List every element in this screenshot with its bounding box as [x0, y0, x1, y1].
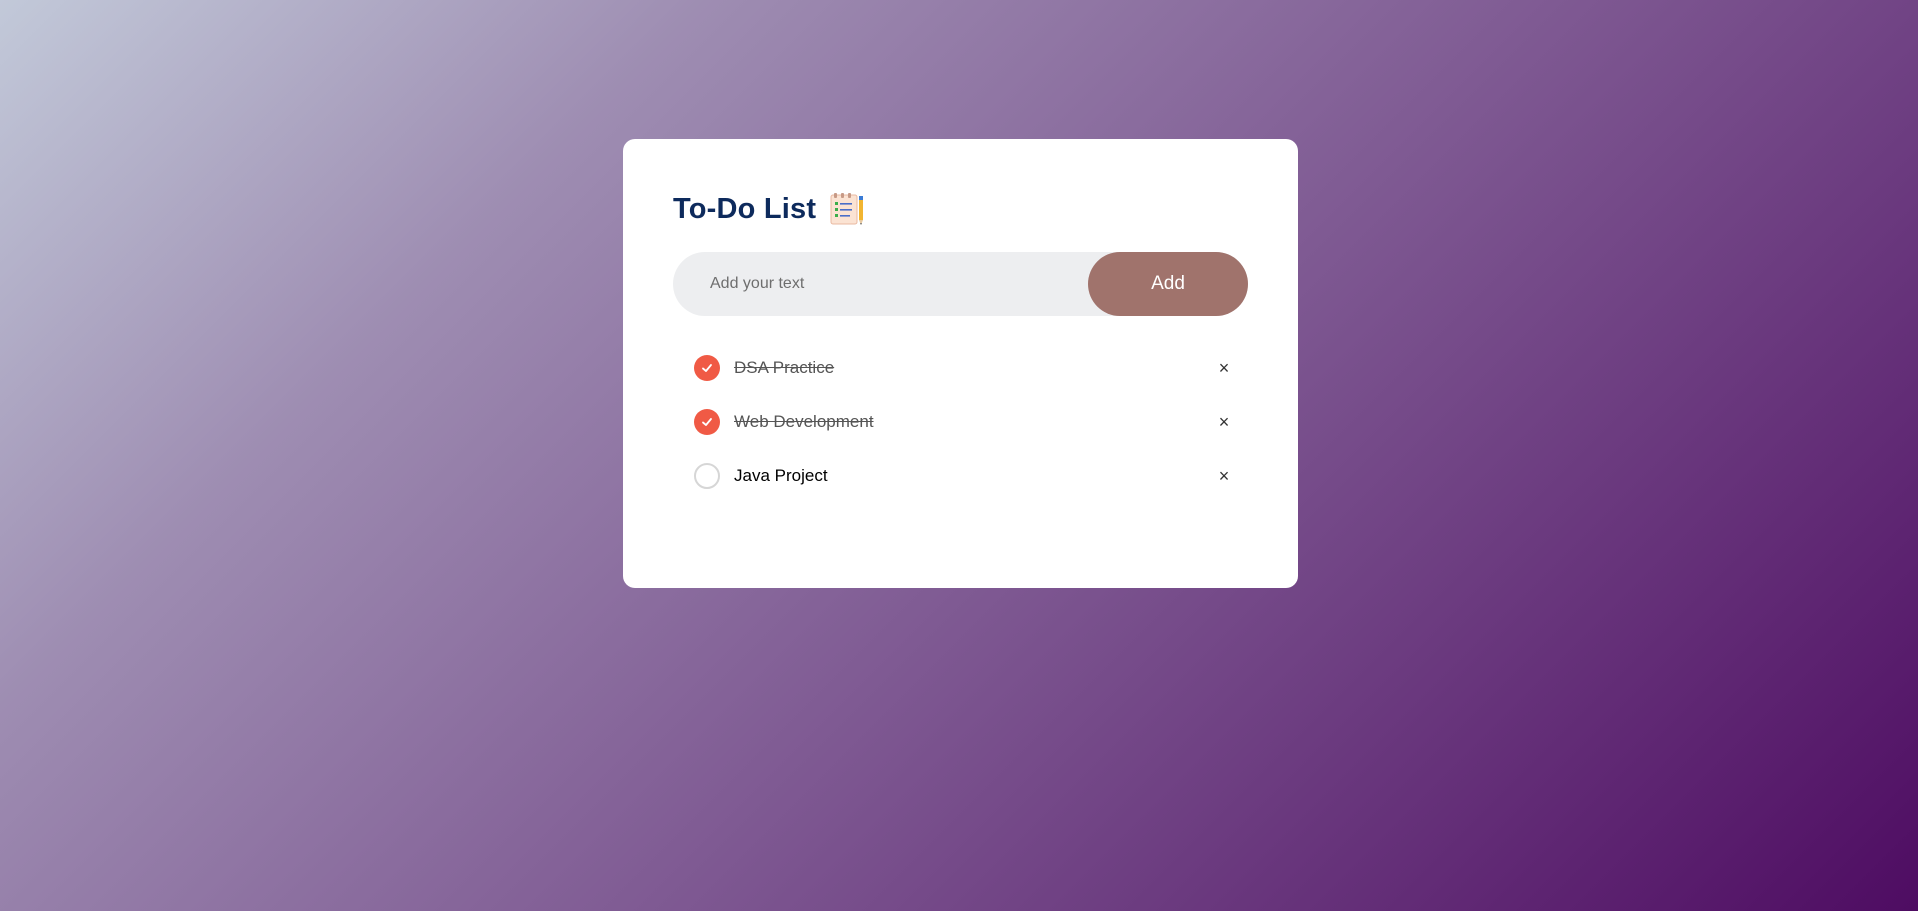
delete-icon[interactable]: ×	[1212, 356, 1236, 380]
task-item[interactable]: Web Development ×	[673, 395, 1248, 449]
add-button[interactable]: Add	[1088, 252, 1248, 316]
delete-icon[interactable]: ×	[1212, 410, 1236, 434]
delete-icon[interactable]: ×	[1212, 464, 1236, 488]
task-label: DSA Practice	[734, 358, 835, 377]
add-task-bar: Add	[673, 251, 1248, 317]
header: To-Do List	[673, 189, 1248, 229]
notepad-checklist-icon	[829, 192, 865, 226]
page-title: To-Do List	[673, 192, 817, 225]
task-item[interactable]: Java Project ×	[673, 449, 1248, 503]
checkbox-checked-icon[interactable]	[694, 355, 720, 381]
todo-card: To-Do List Add your text Add DSA Practic…	[623, 139, 1298, 588]
task-input[interactable]	[673, 251, 1088, 317]
task-label: Java Project	[734, 466, 828, 485]
task-item[interactable]: DSA Practice ×	[673, 341, 1248, 395]
task-label: Web Development	[734, 412, 874, 431]
task-list: DSA Practice × Web Development × Java Pr…	[673, 341, 1248, 503]
checkbox-checked-icon[interactable]	[694, 409, 720, 435]
checkbox-unchecked-icon[interactable]	[694, 463, 720, 489]
